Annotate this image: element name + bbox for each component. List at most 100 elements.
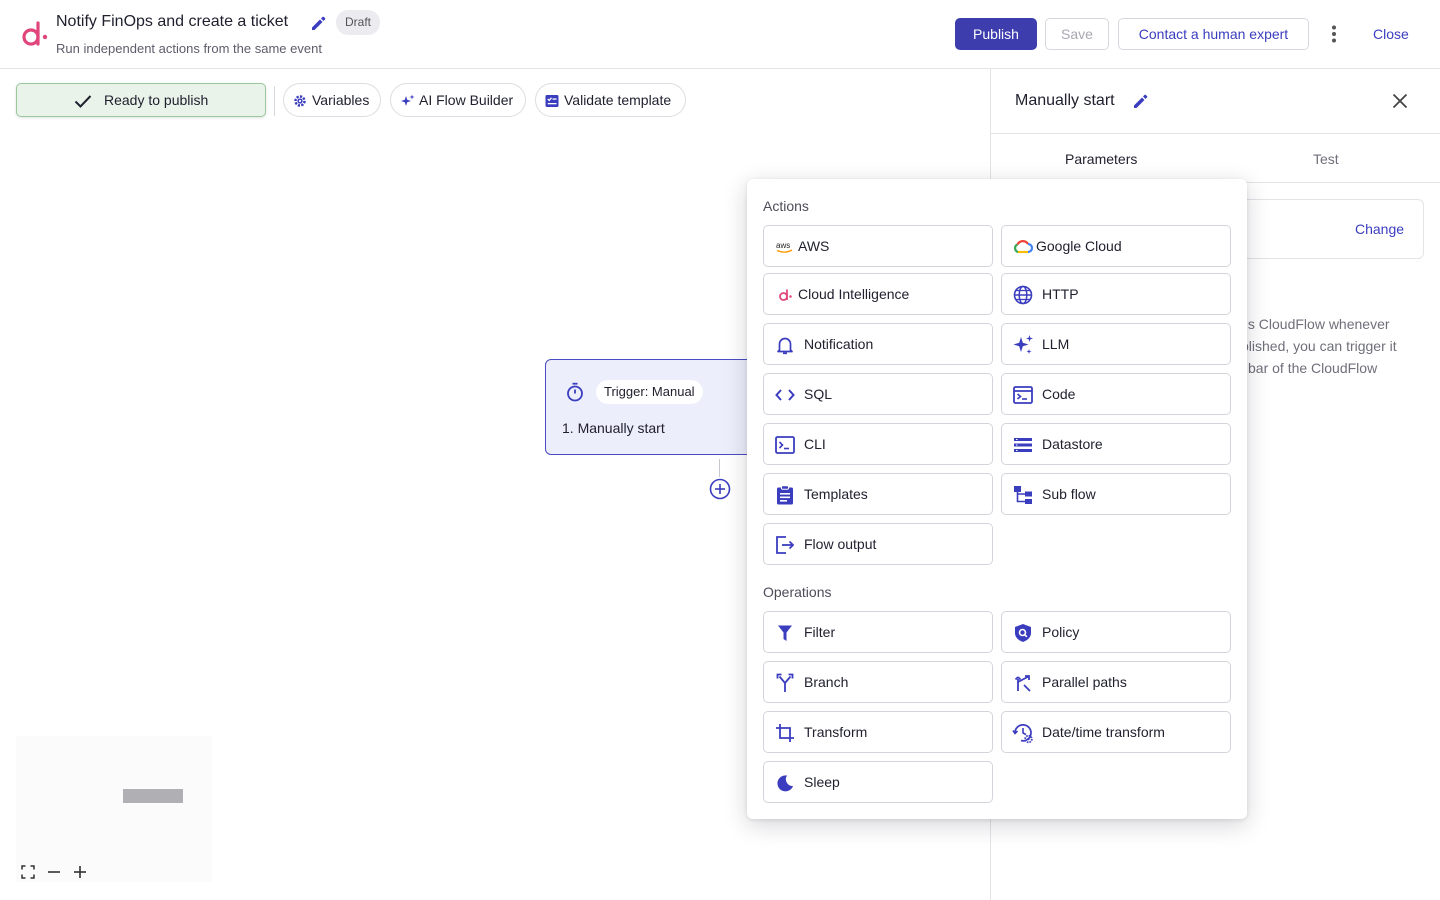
edit-title-icon[interactable] bbox=[309, 14, 327, 32]
action-sub-flow[interactable]: Sub flow bbox=[1001, 473, 1231, 515]
variables-label: Variables bbox=[312, 92, 370, 108]
filter-icon bbox=[774, 622, 796, 644]
node-connector bbox=[719, 459, 720, 477]
close-panel-icon[interactable] bbox=[1390, 91, 1410, 111]
tab-parameters[interactable]: Parameters bbox=[1065, 151, 1137, 167]
contact-expert-button[interactable]: Contact a human expert bbox=[1118, 18, 1309, 50]
clipboard-icon bbox=[774, 484, 796, 506]
trigger-badge: Trigger: Manual bbox=[596, 380, 703, 404]
terminal-icon bbox=[774, 434, 796, 456]
list-icon bbox=[1012, 434, 1034, 456]
edit-step-name-icon[interactable] bbox=[1131, 92, 1149, 110]
stopwatch-icon bbox=[567, 382, 583, 402]
action-label: Code bbox=[1042, 386, 1076, 402]
terminal-window-icon bbox=[1012, 384, 1034, 406]
close-button[interactable]: Close bbox=[1373, 26, 1409, 42]
action-sql[interactable]: SQL bbox=[763, 373, 993, 415]
branch-icon bbox=[774, 672, 796, 694]
globe-icon bbox=[1012, 284, 1034, 306]
gear-icon bbox=[294, 95, 306, 107]
action-cli[interactable]: CLI bbox=[763, 423, 993, 465]
action-label: SQL bbox=[804, 386, 833, 402]
minimap[interactable] bbox=[16, 736, 212, 882]
action-flow-output[interactable]: Flow output bbox=[763, 523, 993, 565]
validate-label: Validate template bbox=[564, 92, 672, 108]
toolbar-divider bbox=[274, 86, 275, 116]
minimap-node bbox=[123, 789, 183, 803]
check-icon bbox=[74, 95, 92, 108]
crop-icon bbox=[774, 722, 796, 744]
action-code[interactable]: Code bbox=[1001, 373, 1231, 415]
action-http[interactable]: HTTP bbox=[1001, 273, 1231, 315]
exit-icon bbox=[774, 534, 796, 556]
ready-label: Ready to publish bbox=[104, 92, 209, 108]
operations-heading: Operations bbox=[763, 584, 832, 600]
operation-branch[interactable]: Branch bbox=[763, 661, 993, 703]
validate-template-button[interactable]: Validate template bbox=[535, 83, 686, 117]
operation-date-time-transform[interactable]: Date/time transform bbox=[1001, 711, 1231, 753]
action-llm[interactable]: LLM bbox=[1001, 323, 1231, 365]
operation-policy[interactable]: Policy bbox=[1001, 611, 1231, 653]
action-cloud-intelligence[interactable]: Cloud Intelligence bbox=[763, 273, 993, 315]
action-label: Google Cloud bbox=[1036, 238, 1122, 254]
flow-subtitle: Run independent actions from the same ev… bbox=[56, 41, 322, 56]
operation-filter[interactable]: Filter bbox=[763, 611, 993, 653]
action-label: Sub flow bbox=[1042, 486, 1096, 502]
operation-label: Filter bbox=[804, 624, 836, 640]
operation-transform[interactable]: Transform bbox=[763, 711, 993, 753]
ai-builder-label: AI Flow Builder bbox=[419, 92, 514, 108]
shield-search-icon bbox=[1012, 622, 1034, 644]
action-templates[interactable]: Templates bbox=[763, 473, 993, 515]
operation-label: Sleep bbox=[804, 774, 840, 790]
parallel-paths-icon bbox=[1012, 672, 1034, 694]
action-label: AWS bbox=[798, 238, 830, 254]
publish-button[interactable]: Publish bbox=[955, 18, 1037, 50]
sub-flow-icon bbox=[1012, 484, 1034, 506]
change-trigger-link[interactable]: Change bbox=[1355, 221, 1404, 237]
panel-tabs: Parameters Test bbox=[991, 133, 1440, 183]
svg-text:aws: aws bbox=[776, 241, 790, 250]
moon-icon bbox=[774, 772, 796, 794]
actions-heading: Actions bbox=[763, 198, 809, 214]
operation-label: Branch bbox=[804, 674, 849, 690]
aws-icon: aws bbox=[774, 236, 796, 258]
action-label: Datastore bbox=[1042, 436, 1103, 452]
app-logo-icon[interactable] bbox=[20, 20, 48, 48]
node-label: 1. Manually start bbox=[562, 420, 665, 436]
date-time-icon bbox=[1012, 722, 1034, 744]
trigger-node[interactable]: Trigger: Manual 1. Manually start bbox=[545, 359, 765, 455]
action-label: Notification bbox=[804, 336, 874, 352]
action-notification[interactable]: Notification bbox=[763, 323, 993, 365]
bell-icon bbox=[774, 334, 796, 356]
operation-label: Parallel paths bbox=[1042, 674, 1127, 690]
operation-label: Policy bbox=[1042, 624, 1080, 640]
ready-to-publish-button[interactable]: Ready to publish bbox=[16, 83, 266, 117]
variables-button[interactable]: Variables bbox=[283, 83, 381, 117]
action-label: Templates bbox=[804, 486, 868, 502]
save-button[interactable]: Save bbox=[1045, 18, 1109, 50]
action-label: CLI bbox=[804, 436, 826, 452]
panel-title: Manually start bbox=[1015, 92, 1115, 109]
sparkles-icon bbox=[1012, 334, 1034, 356]
status-badge: Draft bbox=[336, 10, 381, 35]
cloud-intelligence-icon bbox=[774, 284, 796, 306]
action-label: Cloud Intelligence bbox=[798, 286, 910, 302]
operation-sleep[interactable]: Sleep bbox=[763, 761, 993, 803]
tab-test[interactable]: Test bbox=[1313, 151, 1339, 167]
action-google-cloud[interactable]: Google Cloud bbox=[1001, 225, 1231, 267]
action-aws[interactable]: aws AWS bbox=[763, 225, 993, 267]
operation-label: Date/time transform bbox=[1042, 724, 1165, 740]
operation-parallel-paths[interactable]: Parallel paths bbox=[1001, 661, 1231, 703]
code-brackets-icon bbox=[774, 384, 796, 406]
action-datastore[interactable]: Datastore bbox=[1001, 423, 1231, 465]
fit-view-icon[interactable] bbox=[20, 864, 36, 880]
flow-title: Notify FinOps and create a ticket bbox=[56, 13, 289, 30]
google-cloud-icon bbox=[1012, 236, 1034, 258]
operation-label: Transform bbox=[804, 724, 868, 740]
validate-icon bbox=[545, 95, 559, 107]
more-options-icon[interactable] bbox=[1324, 24, 1344, 44]
zoom-out-icon[interactable] bbox=[46, 864, 62, 880]
ai-flow-builder-button[interactable]: AI Flow Builder bbox=[390, 83, 526, 117]
zoom-in-icon[interactable] bbox=[72, 864, 88, 880]
add-step-icon[interactable] bbox=[709, 478, 731, 500]
